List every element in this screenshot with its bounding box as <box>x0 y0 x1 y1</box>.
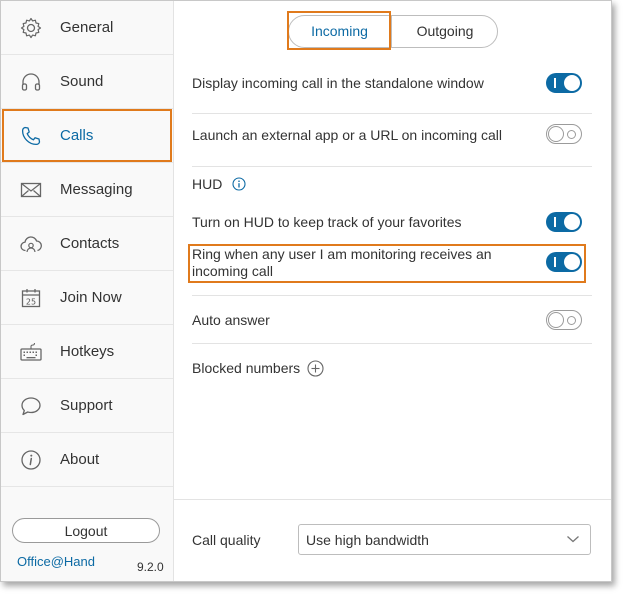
divider <box>192 113 592 114</box>
sidebar-item-label: Contacts <box>60 235 120 252</box>
hud-favorites-toggle[interactable] <box>546 212 582 232</box>
sidebar-item-sound[interactable]: Sound <box>1 55 173 109</box>
call-quality-select[interactable]: Use high bandwidth <box>298 524 591 555</box>
sidebar-item-label: Support <box>60 397 113 414</box>
hud-heading: HUD <box>192 176 223 192</box>
settings-window: General Sound Calls Messaging Contacts 2… <box>0 0 612 582</box>
standalone-window-toggle[interactable] <box>546 73 582 93</box>
calls-settings-panel: Incoming Outgoing Display incoming call … <box>174 1 611 581</box>
sidebar-item-support[interactable]: Support <box>1 379 173 433</box>
sidebar-item-hotkeys[interactable]: Hotkeys <box>1 325 173 379</box>
calendar-icon: 25 <box>21 289 41 308</box>
logout-button[interactable]: Logout <box>12 518 160 543</box>
sidebar: General Sound Calls Messaging Contacts 2… <box>1 1 174 581</box>
setting-label: Auto answer <box>192 312 270 328</box>
divider <box>192 166 592 167</box>
envelope-icon <box>20 182 42 198</box>
speech-bubble-icon <box>21 397 41 416</box>
headphones-icon <box>21 73 41 91</box>
sidebar-item-label: Messaging <box>60 181 133 198</box>
sidebar-item-general[interactable]: General <box>1 1 173 55</box>
external-app-toggle[interactable] <box>546 124 582 144</box>
contacts-cloud-icon <box>20 236 42 253</box>
sidebar-item-join-now[interactable]: 25 Join Now <box>1 271 173 325</box>
sidebar-item-label: Join Now <box>60 289 122 306</box>
setting-label-line1: Ring when any user I am monitoring recei… <box>192 246 492 262</box>
tab-incoming[interactable]: Incoming <box>289 16 390 47</box>
call-quality-label: Call quality <box>192 532 261 548</box>
sidebar-item-label: Hotkeys <box>60 343 115 360</box>
divider <box>174 499 611 500</box>
blocked-numbers-label: Blocked numbers <box>192 360 301 376</box>
sidebar-item-contacts[interactable]: Contacts <box>1 217 173 271</box>
sidebar-item-messaging[interactable]: Messaging <box>1 163 173 217</box>
sidebar-item-label: Calls <box>60 127 94 144</box>
incoming-outgoing-tabs: Incoming Outgoing <box>288 15 498 48</box>
gear-icon <box>20 17 42 39</box>
sidebar-item-label: About <box>60 451 100 468</box>
sidebar-item-label: Sound <box>60 73 104 90</box>
setting-label: Turn on HUD to keep track of your favori… <box>192 214 462 230</box>
keyboard-icon <box>20 342 42 361</box>
version-label: 9.2.0 <box>137 560 164 574</box>
setting-label: Display incoming call in the standalone … <box>192 75 484 91</box>
add-blocked-number-icon[interactable] <box>307 360 324 377</box>
info-icon <box>21 450 41 470</box>
call-quality-value: Use high bandwidth <box>306 532 429 548</box>
setting-label: Launch an external app or a URL on incom… <box>192 127 503 143</box>
sidebar-item-about[interactable]: About <box>1 433 173 487</box>
auto-answer-toggle[interactable] <box>546 310 582 330</box>
divider <box>192 295 592 296</box>
divider <box>192 343 592 344</box>
brand-link[interactable]: Office@Hand <box>17 554 95 569</box>
tab-outgoing[interactable]: Outgoing <box>391 16 498 47</box>
ring-monitoring-toggle[interactable] <box>546 252 582 272</box>
svg-text:25: 25 <box>26 297 36 306</box>
setting-label-line2: incoming call <box>192 263 273 279</box>
sidebar-item-label: General <box>60 19 114 36</box>
phone-icon <box>21 126 41 146</box>
hud-info-icon[interactable] <box>232 177 246 191</box>
chevron-down-icon <box>567 536 579 543</box>
sidebar-item-calls[interactable]: Calls <box>1 109 173 163</box>
